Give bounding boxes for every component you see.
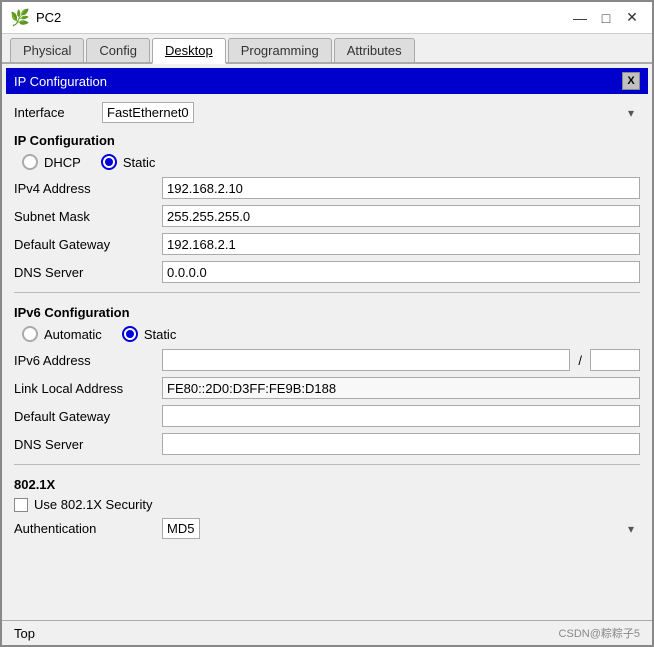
dhcp-label: DHCP	[44, 155, 81, 170]
ipv6-default-gateway-row: Default Gateway	[2, 402, 652, 430]
interface-label: Interface	[14, 105, 94, 120]
default-gateway-input[interactable]	[162, 233, 640, 255]
interface-select-wrapper: FastEthernet0	[102, 102, 640, 123]
tab-desktop[interactable]: Desktop	[152, 38, 226, 64]
link-local-label: Link Local Address	[14, 381, 154, 396]
authentication-select-wrapper: MD5	[162, 518, 640, 539]
section-divider	[14, 292, 640, 293]
use-security-checkbox[interactable]	[14, 498, 28, 512]
ipv6-address-label: IPv6 Address	[14, 353, 154, 368]
dns-server-row: DNS Server	[2, 258, 652, 286]
tab-physical[interactable]: Physical	[10, 38, 84, 62]
ip-mode-radio-group: DHCP Static	[2, 150, 652, 174]
ipv6-static-label: Static	[144, 327, 177, 342]
ipv6-static-radio-indicator	[122, 326, 138, 342]
ipv6-address-input[interactable]	[162, 349, 570, 371]
top-label: Top	[14, 626, 35, 641]
tab-programming[interactable]: Programming	[228, 38, 332, 62]
ip-config-section-title: IP Configuration	[2, 127, 652, 150]
ipv6-dns-server-input[interactable]	[162, 433, 640, 455]
tab-attributes[interactable]: Attributes	[334, 38, 415, 62]
authentication-select[interactable]: MD5	[162, 518, 200, 539]
default-gateway-label: Default Gateway	[14, 237, 154, 252]
use-security-label: Use 802.1X Security	[34, 497, 153, 512]
dot1x-section-title: 802.1X	[2, 471, 652, 494]
ipv4-address-row: IPv4 Address	[2, 174, 652, 202]
ipv6-dns-server-row: DNS Server	[2, 430, 652, 458]
ipv6-static-radio-dot	[126, 330, 134, 338]
interface-select[interactable]: FastEthernet0	[102, 102, 194, 123]
window-title: PC2	[36, 10, 568, 25]
minimize-button[interactable]: —	[568, 6, 592, 30]
dns-server-input[interactable]	[162, 261, 640, 283]
subnet-mask-label: Subnet Mask	[14, 209, 154, 224]
use-security-row: Use 802.1X Security	[2, 494, 652, 515]
ip-config-title: IP Configuration	[14, 74, 107, 89]
ipv6-prefix-input[interactable]	[590, 349, 640, 371]
ip-config-close-button[interactable]: X	[622, 72, 640, 90]
subnet-mask-row: Subnet Mask	[2, 202, 652, 230]
ipv4-address-input[interactable]	[162, 177, 640, 199]
ipv6-static-radio[interactable]: Static	[122, 326, 177, 342]
title-bar: 🌿 PC2 — □ ✕	[2, 2, 652, 34]
static-radio-indicator	[101, 154, 117, 170]
dhcp-radio[interactable]: DHCP	[22, 154, 81, 170]
main-panel: IP Configuration X Interface FastEtherne…	[2, 64, 652, 620]
ipv6-default-gateway-input[interactable]	[162, 405, 640, 427]
maximize-button[interactable]: □	[594, 6, 618, 30]
ipv6-config-section-title: IPv6 Configuration	[2, 299, 652, 322]
close-button[interactable]: ✕	[620, 6, 644, 30]
bottom-spacer	[2, 542, 652, 562]
subnet-mask-input[interactable]	[162, 205, 640, 227]
automatic-radio[interactable]: Automatic	[22, 326, 102, 342]
app-icon: 🌿	[10, 8, 30, 28]
dhcp-radio-indicator	[22, 154, 38, 170]
section-divider-2	[14, 464, 640, 465]
authentication-label: Authentication	[14, 521, 154, 536]
default-gateway-row: Default Gateway	[2, 230, 652, 258]
ipv6-dns-server-label: DNS Server	[14, 437, 154, 452]
dns-server-label: DNS Server	[14, 265, 154, 280]
tab-config[interactable]: Config	[86, 38, 150, 62]
watermark: CSDN@粽粽子5	[559, 625, 640, 641]
authentication-row: Authentication MD5	[2, 515, 652, 542]
automatic-label: Automatic	[44, 327, 102, 342]
static-label: Static	[123, 155, 156, 170]
ipv6-slash: /	[578, 353, 582, 368]
static-radio-dot	[105, 158, 113, 166]
tab-bar: Physical Config Desktop Programming Attr…	[2, 34, 652, 64]
main-window: 🌿 PC2 — □ ✕ Physical Config Desktop Prog…	[0, 0, 654, 647]
ipv6-address-row: IPv6 Address /	[2, 346, 652, 374]
bottom-bar: Top CSDN@粽粽子5	[2, 620, 652, 645]
link-local-input[interactable]	[162, 377, 640, 399]
ipv6-mode-radio-group: Automatic Static	[2, 322, 652, 346]
interface-row: Interface FastEthernet0	[2, 98, 652, 127]
window-controls: — □ ✕	[568, 6, 644, 30]
automatic-radio-indicator	[22, 326, 38, 342]
link-local-row: Link Local Address	[2, 374, 652, 402]
ipv4-address-label: IPv4 Address	[14, 181, 154, 196]
ipv6-default-gateway-label: Default Gateway	[14, 409, 154, 424]
static-radio[interactable]: Static	[101, 154, 156, 170]
content-area: IP Configuration X Interface FastEtherne…	[2, 64, 652, 620]
ip-config-header: IP Configuration X	[6, 68, 648, 94]
